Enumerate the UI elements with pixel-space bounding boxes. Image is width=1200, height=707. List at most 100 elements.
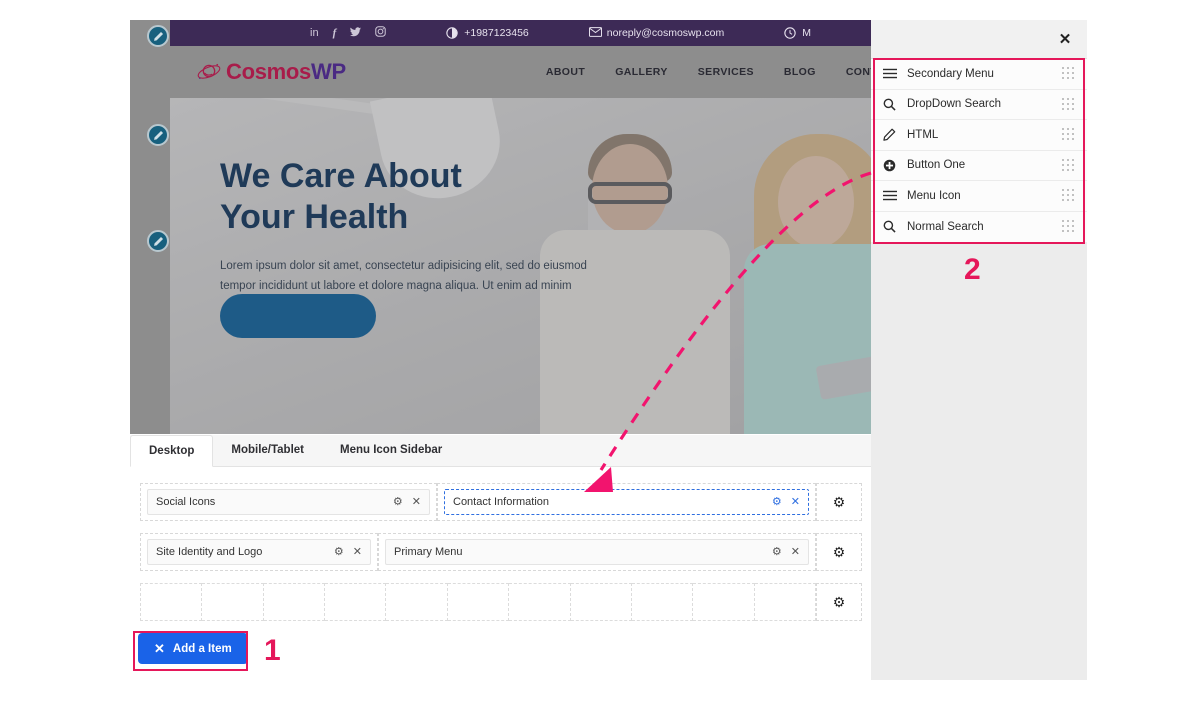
empty-cell[interactable] — [754, 583, 816, 621]
hero-title: We Care About Your Health — [220, 156, 590, 238]
hamburger-menu-icon — [883, 190, 903, 201]
side-panel-header: ✕ — [871, 20, 1087, 58]
side-item-label: Secondary Menu — [907, 67, 994, 80]
topbar-email: noreply@cosmoswp.com — [588, 27, 725, 39]
empty-cell[interactable] — [570, 583, 632, 621]
clock-icon — [784, 27, 796, 39]
empty-cell[interactable] — [631, 583, 694, 621]
empty-cell[interactable] — [386, 583, 448, 621]
empty-cell[interactable] — [693, 583, 755, 621]
builder-cell-1-1[interactable]: Social Icons ⚙ ✕ — [140, 483, 437, 521]
annotation-marker-2: 2 — [964, 253, 981, 286]
empty-cell[interactable] — [509, 583, 571, 621]
website-preview: in f +1987123456 noreply@cosmoswp.com M … — [130, 20, 872, 434]
gear-icon[interactable]: ⚙ — [334, 546, 344, 558]
nav-item-about[interactable]: ABOUT — [546, 66, 585, 78]
side-item-label: Menu Icon — [907, 189, 961, 202]
widget-primary-menu[interactable]: Primary Menu ⚙ ✕ — [385, 539, 809, 565]
empty-cell-grid[interactable] — [140, 583, 816, 621]
search-icon — [883, 220, 903, 233]
gear-icon[interactable]: ⚙ — [393, 496, 403, 508]
hero-cta-button[interactable] — [220, 294, 376, 338]
hero-title-line-1: We Care About — [220, 157, 462, 195]
empty-cell[interactable] — [140, 583, 203, 621]
builder-row-1: Social Icons ⚙ ✕ Contact Information ⚙ ✕ — [140, 483, 862, 521]
side-item-label: DropDown Search — [907, 98, 1001, 111]
close-x-icon[interactable]: ✕ — [791, 546, 800, 558]
builder-cell-2-1[interactable]: Site Identity and Logo ⚙ ✕ — [140, 533, 378, 571]
gear-icon: ⚙ — [832, 493, 846, 510]
topbar-email-text: noreply@cosmoswp.com — [606, 27, 725, 39]
add-a-item-button[interactable]: ✕ Add a Item — [138, 633, 248, 664]
gear-icon: ⚙ — [832, 593, 846, 610]
side-item-label: Button One — [907, 159, 966, 172]
widget-contact-information[interactable]: Contact Information ⚙ ✕ — [444, 489, 809, 515]
empty-cell[interactable] — [325, 583, 387, 621]
builder-tabs: Desktop Mobile/Tablet Menu Icon Sidebar — [130, 435, 872, 467]
facebook-icon[interactable]: f — [333, 27, 337, 39]
hero-copy: We Care About Your Health Lorem ipsum dol… — [220, 156, 590, 296]
nav-item-blog[interactable]: BLOG — [784, 66, 816, 78]
empty-cell[interactable] — [447, 583, 510, 621]
linkedin-icon[interactable]: in — [310, 27, 319, 39]
row-settings-gear-3[interactable]: ⚙ — [816, 583, 862, 621]
side-panel-item-list: Secondary Menu DropDown Search HTML Butt… — [871, 58, 1087, 242]
side-item-dropdown-search[interactable]: DropDown Search — [871, 89, 1087, 120]
gear-icon[interactable]: ⚙ — [772, 496, 782, 508]
close-x-icon[interactable]: ✕ — [412, 496, 421, 508]
drag-handle-icon[interactable] — [1062, 189, 1075, 202]
widget-site-identity-and-logo[interactable]: Site Identity and Logo ⚙ ✕ — [147, 539, 371, 565]
widget-label: Primary Menu — [394, 546, 463, 558]
empty-cell[interactable] — [263, 583, 326, 621]
builder-cell-2-2[interactable]: Primary Menu ⚙ ✕ — [378, 533, 816, 571]
header-builder-panel: Desktop Mobile/Tablet Menu Icon Sidebar … — [130, 435, 872, 680]
topbar-phone: +1987123456 — [446, 27, 529, 39]
drag-handle-icon[interactable] — [1062, 158, 1075, 172]
side-item-html[interactable]: HTML — [871, 120, 1087, 151]
gear-icon[interactable]: ⚙ — [772, 546, 782, 558]
pencil-edit-icon-hero[interactable] — [147, 230, 169, 252]
close-x-icon[interactable]: ✕ — [353, 546, 362, 558]
widget-social-icons[interactable]: Social Icons ⚙ ✕ — [147, 489, 430, 515]
hero-title-line-2: Your Health — [220, 197, 409, 236]
topbar-hours-text: M — [802, 27, 811, 39]
side-item-label: HTML — [907, 128, 939, 141]
side-item-button-one[interactable]: Button One — [871, 150, 1087, 181]
nav-item-gallery[interactable]: GALLERY — [615, 66, 668, 78]
add-item-wrap: ✕ Add a Item — [138, 633, 248, 664]
search-icon — [883, 98, 903, 111]
tab-mobile-tablet[interactable]: Mobile/Tablet — [213, 434, 322, 466]
builder-row-2: Site Identity and Logo ⚙ ✕ Primary Menu … — [140, 533, 862, 571]
drag-handle-icon[interactable] — [1062, 128, 1075, 141]
side-item-secondary-menu[interactable]: Secondary Menu — [871, 59, 1087, 90]
builder-row-3-empty: ⚙ — [140, 583, 862, 621]
site-logo[interactable]: CosmosWP — [196, 59, 346, 85]
instagram-icon[interactable] — [375, 26, 386, 40]
close-x-icon[interactable]: ✕ — [1056, 30, 1074, 48]
add-a-item-label: Add a Item — [172, 642, 232, 655]
row-settings-gear-1[interactable]: ⚙ — [816, 483, 862, 521]
hamburger-menu-icon — [883, 68, 903, 79]
builder-cell-1-2[interactable]: Contact Information ⚙ ✕ — [437, 483, 816, 521]
drag-handle-icon[interactable] — [1062, 97, 1075, 111]
preview-main-nav: ABOUT GALLERY SERVICES BLOG CONTA — [546, 66, 872, 78]
drag-handle-icon[interactable] — [1062, 67, 1075, 80]
pencil-edit-icon-topbar[interactable] — [147, 25, 169, 47]
plus-icon: ✕ — [154, 641, 165, 656]
drag-handle-icon[interactable] — [1062, 220, 1075, 233]
twitter-icon[interactable] — [350, 26, 362, 40]
nav-item-contact[interactable]: CONTA — [846, 66, 872, 78]
nav-item-services[interactable]: SERVICES — [698, 66, 754, 78]
topbar-hours: M — [784, 27, 811, 39]
tab-menu-icon-sidebar[interactable]: Menu Icon Sidebar — [322, 434, 460, 466]
widget-label: Site Identity and Logo — [156, 546, 263, 558]
row-settings-gear-2[interactable]: ⚙ — [816, 533, 862, 571]
close-x-icon[interactable]: ✕ — [791, 496, 800, 508]
side-item-menu-icon[interactable]: Menu Icon — [871, 181, 1087, 212]
side-item-label: Normal Search — [907, 220, 984, 233]
empty-cell[interactable] — [202, 583, 264, 621]
hero-paragraph: Lorem ipsum dolor sit amet, consectetur … — [220, 259, 587, 292]
tab-desktop[interactable]: Desktop — [130, 435, 214, 467]
side-item-normal-search[interactable]: Normal Search — [871, 211, 1087, 242]
pencil-edit-icon-header[interactable] — [147, 124, 169, 146]
